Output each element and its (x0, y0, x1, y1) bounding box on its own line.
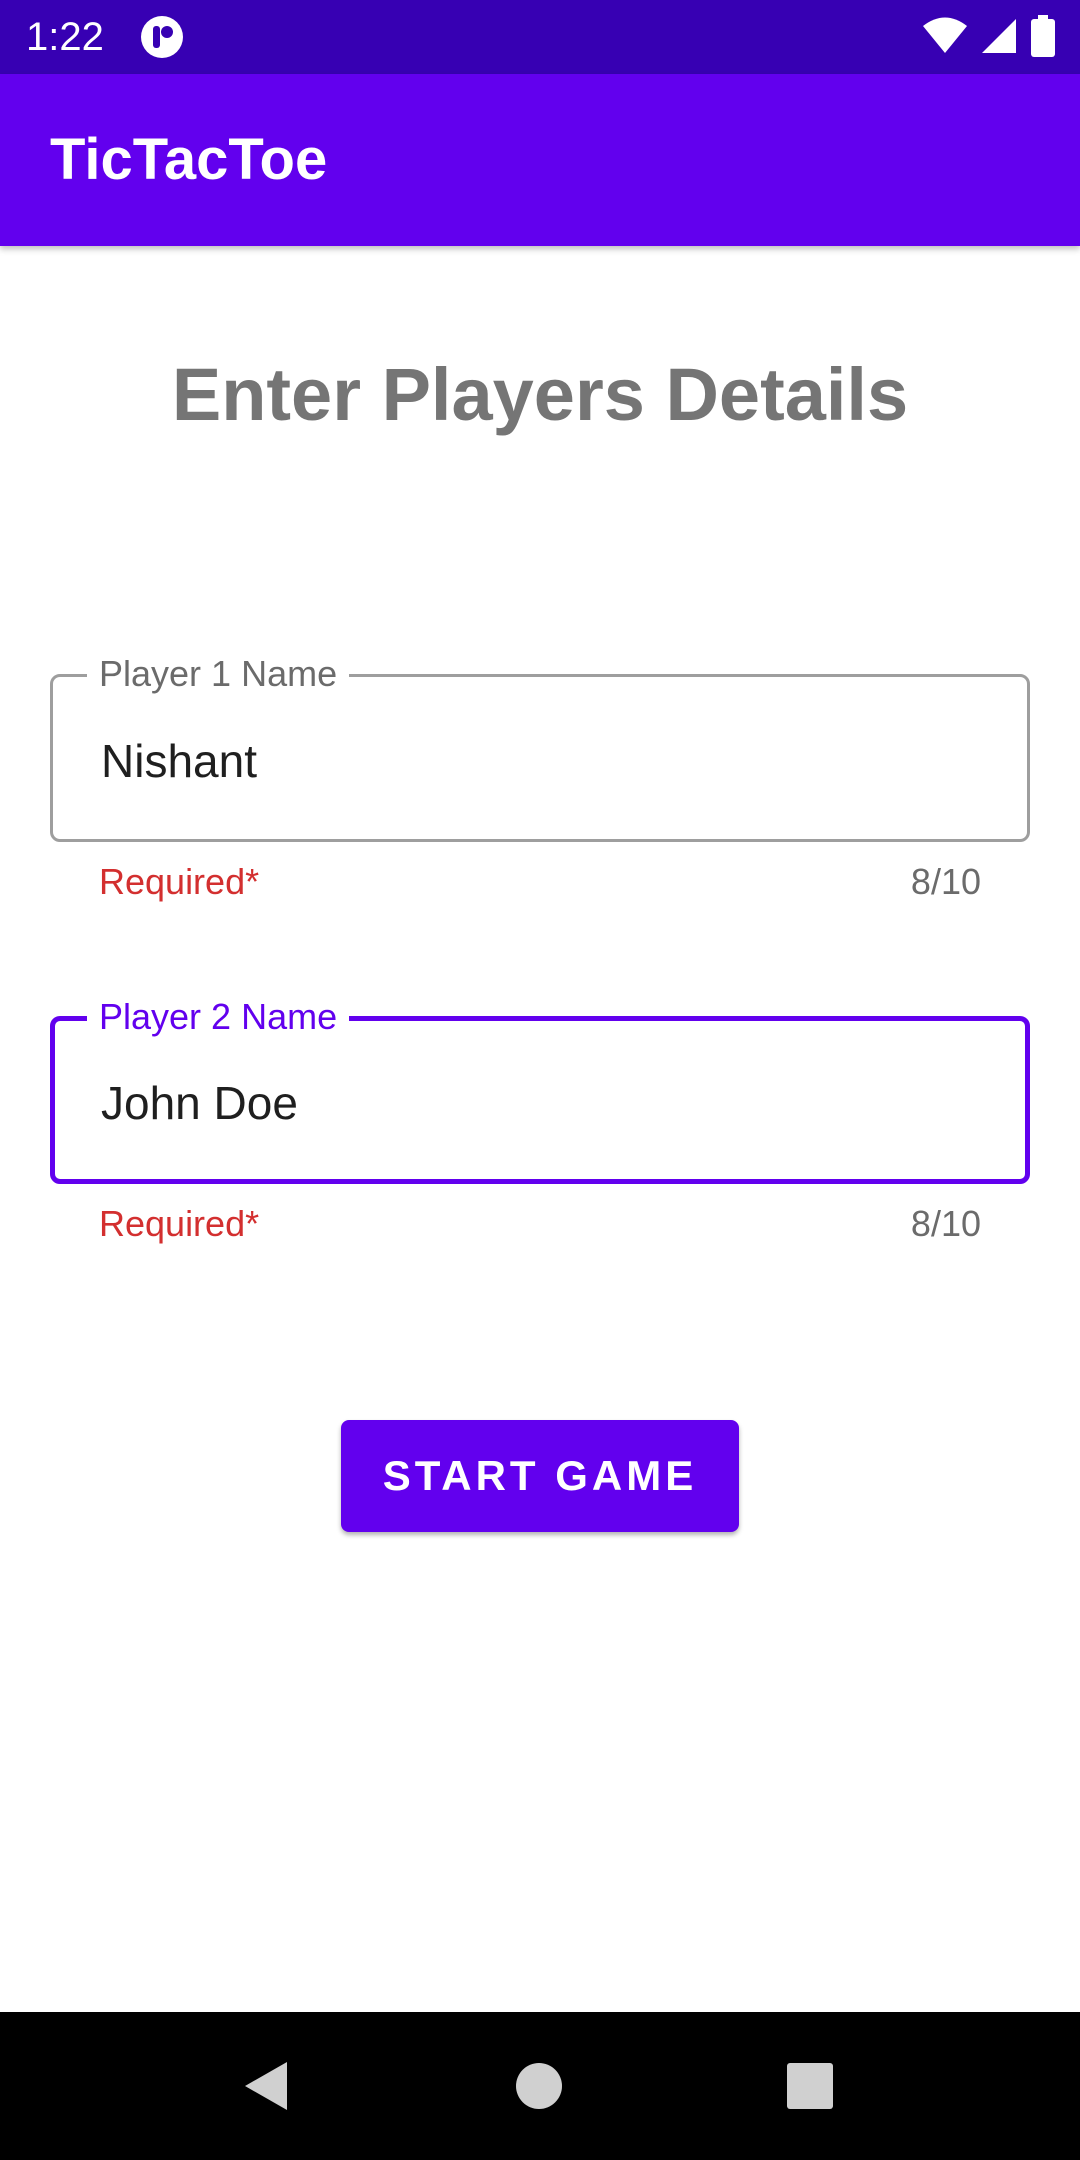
status-bar: 1:22 (0, 0, 1080, 74)
cell-signal-icon (980, 17, 1018, 60)
player-2-char-counter: 8/10 (910, 1203, 981, 1244)
player-2-name-input[interactable] (101, 1075, 961, 1131)
app-bar: TicTacToe (0, 74, 1080, 246)
player-1-name-label: Player 1 Name (87, 652, 350, 696)
player-2-name-field[interactable]: Player 2 Name (50, 995, 1030, 1184)
status-time: 1:22 (26, 15, 104, 59)
screen: 1:22 TicTacToe Enter Players Details Pla… (0, 0, 1080, 2160)
navigation-bar (0, 2012, 1080, 2160)
status-icons (922, 14, 1056, 62)
player-1-name-input[interactable] (101, 733, 961, 789)
start-game-button[interactable]: START GAME (341, 1420, 739, 1532)
recents-icon[interactable] (780, 2056, 840, 2116)
battery-icon (1030, 14, 1056, 62)
page-heading: Enter Players Details (171, 353, 909, 436)
app-title: TicTacToe (50, 127, 328, 192)
player-1-error-text: Required* (99, 861, 260, 902)
wifi-icon (922, 17, 968, 60)
back-icon[interactable] (236, 2056, 296, 2116)
player-1-char-counter: 8/10 (910, 861, 981, 902)
home-icon[interactable] (509, 2056, 569, 2116)
player-2-name-label: Player 2 Name (87, 995, 350, 1039)
player-2-error-text: Required* (99, 1203, 260, 1244)
player-1-name-field[interactable]: Player 1 Name (50, 652, 1030, 842)
app-notification-icon (140, 15, 184, 59)
